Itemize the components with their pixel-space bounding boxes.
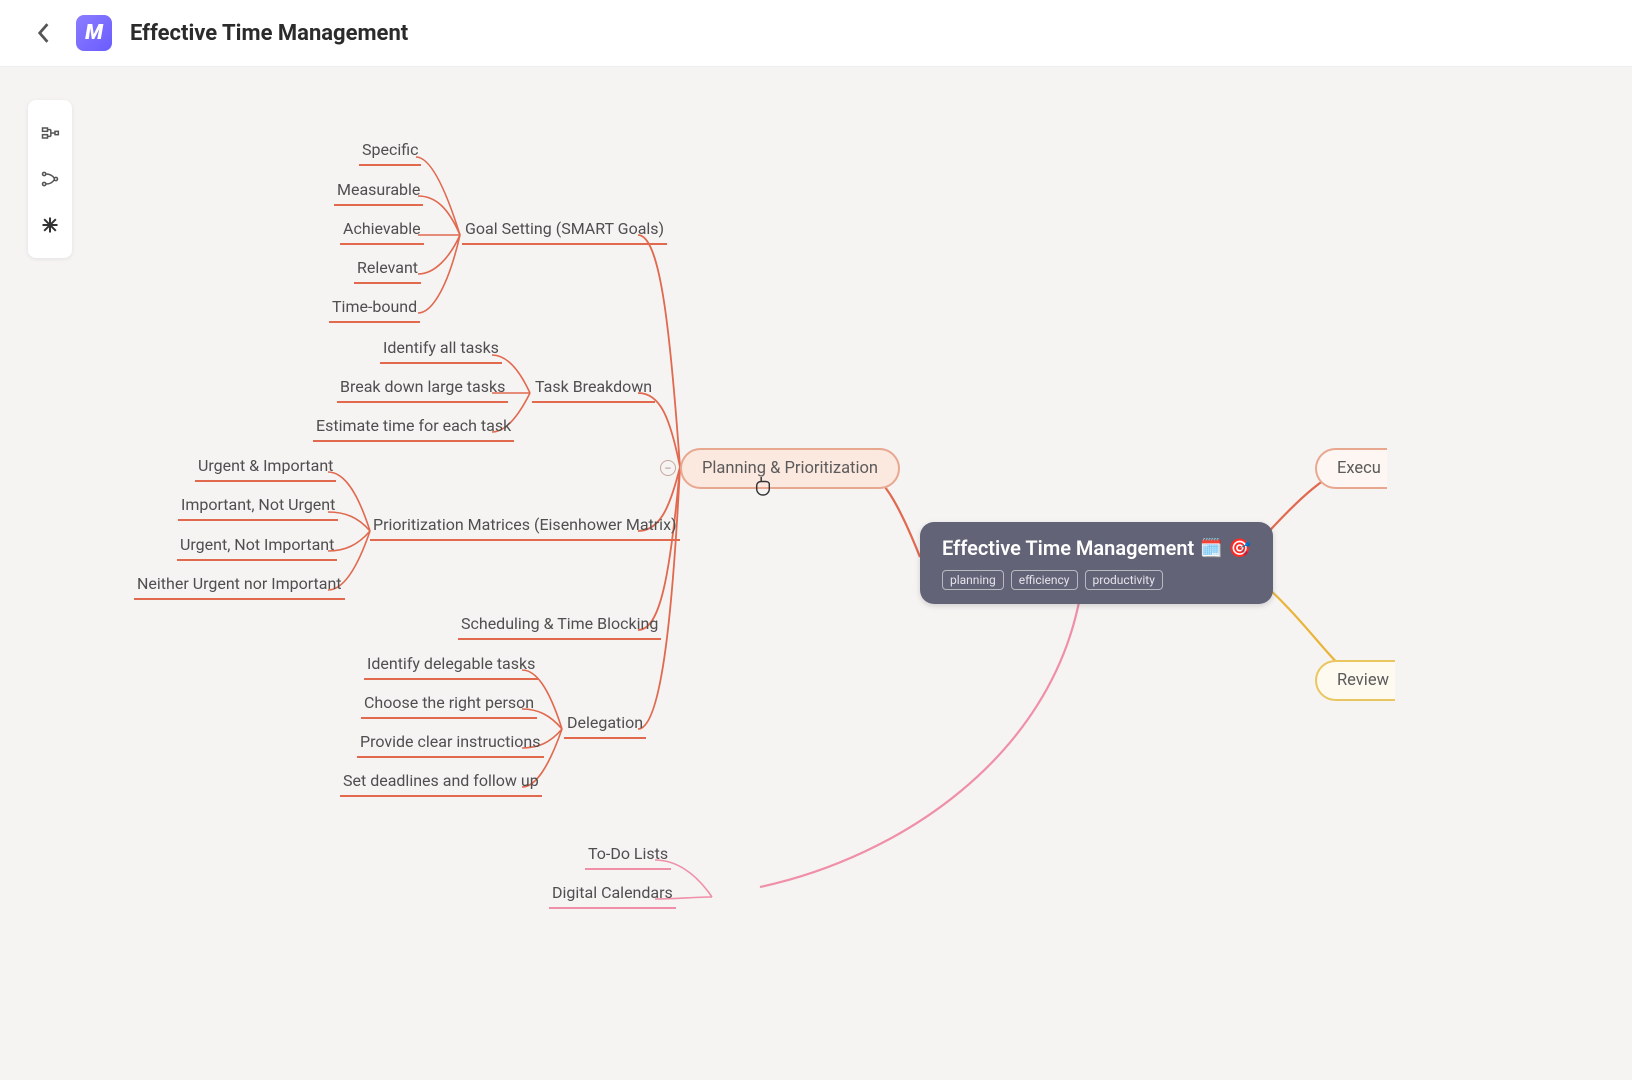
tag-efficiency[interactable]: efficiency xyxy=(1011,570,1078,590)
leaf-deleg-deadline[interactable]: Set deadlines and follow up xyxy=(340,771,542,797)
branch-planning-label: Planning & Prioritization xyxy=(702,459,878,478)
branch-review-label: Review xyxy=(1337,671,1389,690)
leaf-urg-notimp[interactable]: Urgent, Not Important xyxy=(177,535,337,561)
leaf-neither[interactable]: Neither Urgent nor Important xyxy=(134,574,345,600)
branch-execution-label: Execu xyxy=(1337,459,1381,478)
leaf-specific[interactable]: Specific xyxy=(359,140,421,166)
leaf-deleg-instruct[interactable]: Provide clear instructions xyxy=(357,732,544,758)
root-title-text: Effective Time Management xyxy=(942,536,1194,560)
leaf-measurable[interactable]: Measurable xyxy=(334,180,423,206)
leaf-imp-noturg[interactable]: Important, Not Urgent xyxy=(178,495,338,521)
leaf-urg-imp[interactable]: Urgent & Important xyxy=(195,456,336,482)
sub-scheduling[interactable]: Scheduling & Time Blocking xyxy=(458,614,661,640)
leaf-achievable[interactable]: Achievable xyxy=(340,219,424,245)
branch-review[interactable]: Review xyxy=(1315,660,1395,701)
leaf-break-down[interactable]: Break down large tasks xyxy=(337,377,508,403)
calendar-emoji-icon: 🗓️ xyxy=(1200,538,1222,559)
mindmap-canvas[interactable]: Effective Time Management 🗓️ 🎯 planning … xyxy=(0,67,1632,1080)
app-logo-icon: M xyxy=(76,15,112,51)
leaf-todo-lists[interactable]: To-Do Lists xyxy=(585,844,671,870)
leaf-relevant[interactable]: Relevant xyxy=(354,258,421,284)
branch-planning[interactable]: Planning & Prioritization xyxy=(680,448,900,489)
back-button[interactable] xyxy=(28,18,58,48)
tag-planning[interactable]: planning xyxy=(942,570,1004,590)
root-node[interactable]: Effective Time Management 🗓️ 🎯 planning … xyxy=(920,522,1273,604)
branch-execution[interactable]: Execu xyxy=(1315,448,1387,489)
tag-productivity[interactable]: productivity xyxy=(1085,570,1163,590)
page-title: Effective Time Management xyxy=(130,21,408,46)
leaf-digital-calendars[interactable]: Digital Calendars xyxy=(549,883,676,909)
root-tags: planning efficiency productivity xyxy=(942,570,1251,590)
leaf-identify-tasks[interactable]: Identify all tasks xyxy=(380,338,502,364)
leaf-estimate-time[interactable]: Estimate time for each task xyxy=(313,416,514,442)
header: M Effective Time Management xyxy=(0,0,1632,67)
sub-goal-setting[interactable]: Goal Setting (SMART Goals) xyxy=(462,219,667,245)
chevron-left-icon xyxy=(36,22,50,44)
target-emoji-icon: 🎯 xyxy=(1229,538,1251,559)
collapse-toggle[interactable]: – xyxy=(660,460,676,476)
sub-task-breakdown[interactable]: Task Breakdown xyxy=(532,377,655,403)
sub-matrices[interactable]: Prioritization Matrices (Eisenhower Matr… xyxy=(370,515,680,541)
leaf-timebound[interactable]: Time-bound xyxy=(329,297,420,323)
leaf-deleg-identify[interactable]: Identify delegable tasks xyxy=(364,654,538,680)
sub-delegation[interactable]: Delegation xyxy=(564,713,646,739)
root-title: Effective Time Management 🗓️ 🎯 xyxy=(942,536,1251,560)
leaf-deleg-choose[interactable]: Choose the right person xyxy=(361,693,537,719)
